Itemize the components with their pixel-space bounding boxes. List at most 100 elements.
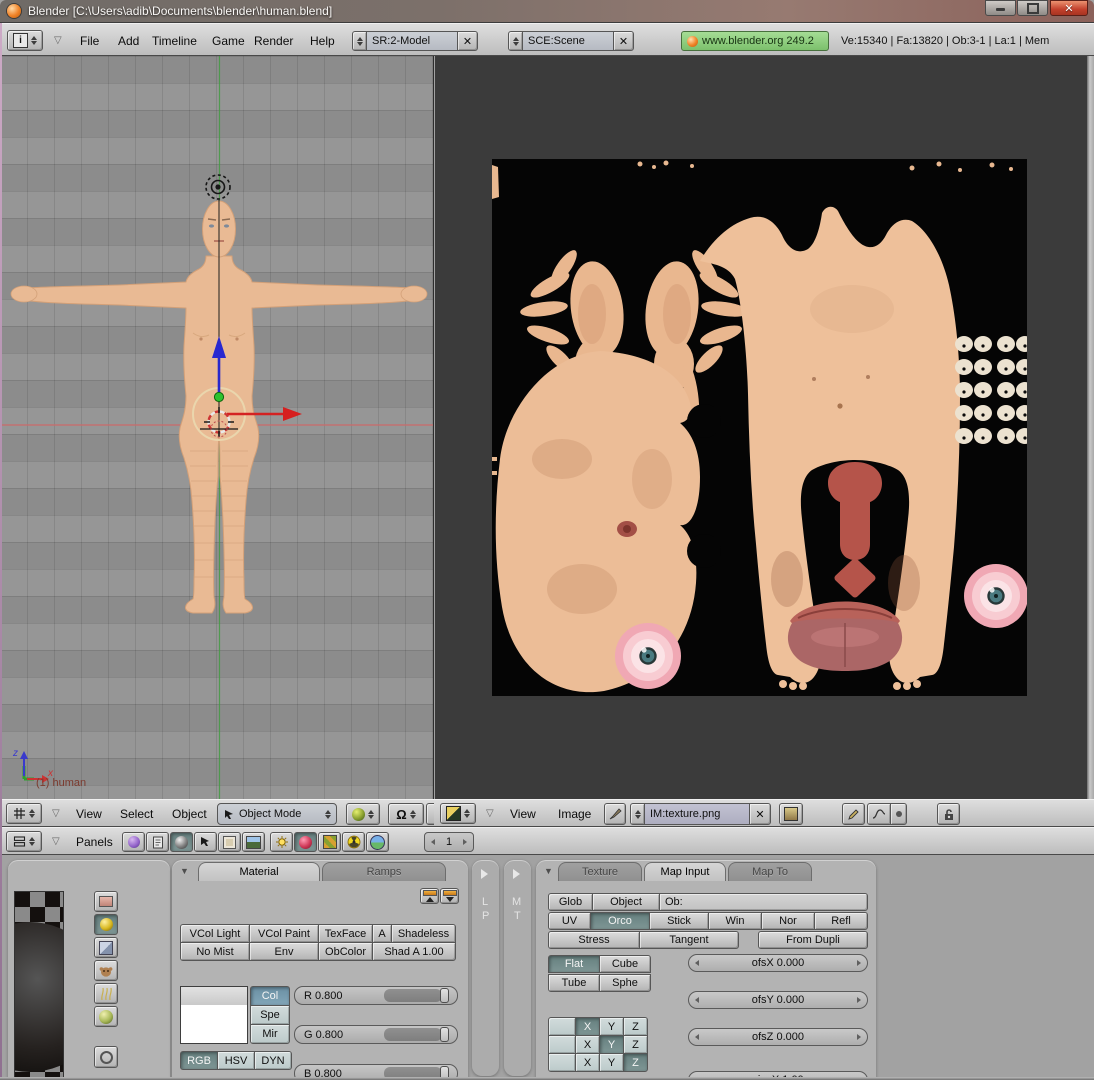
ofsy-field[interactable]: ofsY 0.000 xyxy=(688,991,868,1009)
texture-subcontext-button[interactable] xyxy=(318,832,341,852)
object-context-button[interactable] xyxy=(194,832,217,852)
curves-button[interactable] xyxy=(867,803,891,825)
scene-delete-button[interactable]: ✕ xyxy=(613,31,634,51)
tangent-toggle[interactable]: Tangent xyxy=(639,931,739,949)
tab-map-input[interactable]: Map Input xyxy=(644,862,726,881)
col-button[interactable]: Col xyxy=(250,986,290,1006)
uv-toggle[interactable]: UV xyxy=(548,912,591,930)
scene-browse-button[interactable] xyxy=(508,31,523,51)
lamp-subcontext-button[interactable] xyxy=(270,832,293,852)
uv-editor-type-button[interactable] xyxy=(440,803,476,824)
lock-button[interactable] xyxy=(937,803,960,825)
clip-dot-button[interactable] xyxy=(890,803,907,825)
menu-file[interactable]: File xyxy=(80,34,99,48)
tube-toggle[interactable]: Tube xyxy=(548,974,600,992)
viewport-editor-type-button[interactable] xyxy=(6,803,42,824)
ofsy-increment-icon[interactable] xyxy=(857,997,861,1003)
brush-button[interactable] xyxy=(604,803,626,825)
orco-toggle[interactable]: Orco xyxy=(590,912,650,930)
spe-button[interactable]: Spe xyxy=(250,1005,290,1025)
material-node-down-button[interactable] xyxy=(440,888,459,904)
ofsz-increment-icon[interactable] xyxy=(857,1034,861,1040)
axis-row2-z[interactable]: Z xyxy=(623,1035,648,1054)
ofsz-decrement-icon[interactable] xyxy=(695,1034,699,1040)
mode-selector[interactable]: Object Mode xyxy=(217,803,337,825)
env-toggle[interactable]: Env xyxy=(249,942,319,961)
frame-decrement-icon[interactable] xyxy=(431,839,435,845)
win-toggle[interactable]: Win xyxy=(708,912,762,930)
editor-type-button[interactable]: i xyxy=(7,30,43,51)
uv-texture-image[interactable] xyxy=(492,159,1027,696)
preview-sphere-button[interactable] xyxy=(94,914,118,935)
hsv-button[interactable]: HSV xyxy=(217,1051,255,1070)
image-name-field[interactable]: IM:texture.png xyxy=(644,803,750,825)
menu-help[interactable]: Help xyxy=(310,34,335,48)
header-collapse-icon[interactable]: ▽ xyxy=(54,36,62,46)
color-swatch-mirror[interactable] xyxy=(180,1024,248,1044)
flat-toggle[interactable]: Flat xyxy=(548,955,600,973)
world-subcontext-button[interactable] xyxy=(366,832,389,852)
draw-type-button[interactable] xyxy=(346,803,380,825)
object-toggle[interactable]: Object xyxy=(592,893,660,911)
collapsed-panel-material-vertical[interactable]: M T xyxy=(504,860,531,1076)
axis-blank-button-2[interactable] xyxy=(548,1035,576,1054)
menu-render[interactable]: Render xyxy=(254,34,293,48)
alpha-toggle[interactable]: A xyxy=(372,924,392,943)
material-node-up-button[interactable] xyxy=(420,888,439,904)
dyn-button[interactable]: DYN xyxy=(254,1051,292,1070)
viewport-collapse-icon[interactable]: ▽ xyxy=(52,809,60,819)
manipulator-button[interactable]: Ω xyxy=(388,803,424,825)
image-properties-button[interactable] xyxy=(779,803,803,825)
tab-ramps[interactable]: Ramps xyxy=(322,862,446,881)
frame-increment-icon[interactable] xyxy=(463,839,467,845)
expand-panel-icon[interactable] xyxy=(481,869,488,879)
screen-selector[interactable]: SR:2-Model xyxy=(366,31,458,51)
refl-toggle[interactable]: Refl xyxy=(814,912,868,930)
uv-image-editor[interactable] xyxy=(435,56,1094,799)
preview-flat-button[interactable] xyxy=(94,891,118,912)
axis-row3-y[interactable]: Y xyxy=(599,1053,624,1072)
obcolor-toggle[interactable]: ObColor xyxy=(318,942,373,961)
slider-g[interactable]: G 0.800 xyxy=(294,1025,458,1044)
cube-toggle[interactable]: Cube xyxy=(599,955,651,973)
axis-row3-z[interactable]: Z xyxy=(623,1053,648,1072)
ofsy-decrement-icon[interactable] xyxy=(695,997,699,1003)
sphe-toggle[interactable]: Sphe xyxy=(599,974,651,992)
preview-cube-button[interactable] xyxy=(94,937,118,958)
uv-menu-view[interactable]: View xyxy=(510,807,536,821)
menu-add[interactable]: Add xyxy=(118,34,139,48)
version-badge[interactable]: www.blender.org 249.2 xyxy=(681,31,829,51)
manipulator-split-button[interactable] xyxy=(426,803,434,825)
shad-a-field[interactable]: Shad A 1.00 xyxy=(372,942,456,961)
texface-toggle[interactable]: TexFace xyxy=(318,924,373,943)
buttons-collapse-icon[interactable]: ▽ xyxy=(52,837,60,847)
preview-refresh-button[interactable] xyxy=(94,1046,118,1068)
collapsed-panel-links-pipeline[interactable]: L P xyxy=(472,860,499,1076)
ofsx-decrement-icon[interactable] xyxy=(695,960,699,966)
shadeless-toggle[interactable]: Shadeless xyxy=(391,924,456,943)
color-swatch-diffuse[interactable] xyxy=(180,986,248,1006)
viewport-menu-select[interactable]: Select xyxy=(120,807,153,821)
frame-number-field[interactable]: 1 xyxy=(424,832,474,852)
axis-row2-x[interactable]: X xyxy=(575,1035,600,1054)
vcol-paint-toggle[interactable]: VCol Paint xyxy=(249,924,319,943)
axis-row3-x[interactable]: X xyxy=(575,1053,600,1072)
slider-r-knob[interactable] xyxy=(440,988,449,1003)
buttons-editor-type-button[interactable] xyxy=(6,831,42,852)
screen-delete-button[interactable]: ✕ xyxy=(457,31,478,51)
tab-map-to[interactable]: Map To xyxy=(728,862,812,881)
scene-context-button[interactable] xyxy=(242,832,265,852)
stress-toggle[interactable]: Stress xyxy=(548,931,640,949)
ob-field[interactable]: Ob: xyxy=(659,893,868,911)
preview-hair-button[interactable] xyxy=(94,983,118,1004)
rgb-button[interactable]: RGB xyxy=(180,1051,218,1070)
glob-toggle[interactable]: Glob xyxy=(548,893,593,911)
axis-blank-button-1[interactable] xyxy=(548,1017,576,1036)
stick-toggle[interactable]: Stick xyxy=(649,912,709,930)
maximize-button[interactable] xyxy=(1017,0,1048,16)
texture-panel-expand-icon[interactable]: ▼ xyxy=(544,866,553,876)
image-delete-button[interactable]: ✕ xyxy=(749,803,771,825)
material-panel-expand-icon[interactable]: ▼ xyxy=(180,866,189,876)
no-mist-toggle[interactable]: No Mist xyxy=(180,942,250,961)
color-swatch-specular[interactable] xyxy=(180,1005,248,1025)
